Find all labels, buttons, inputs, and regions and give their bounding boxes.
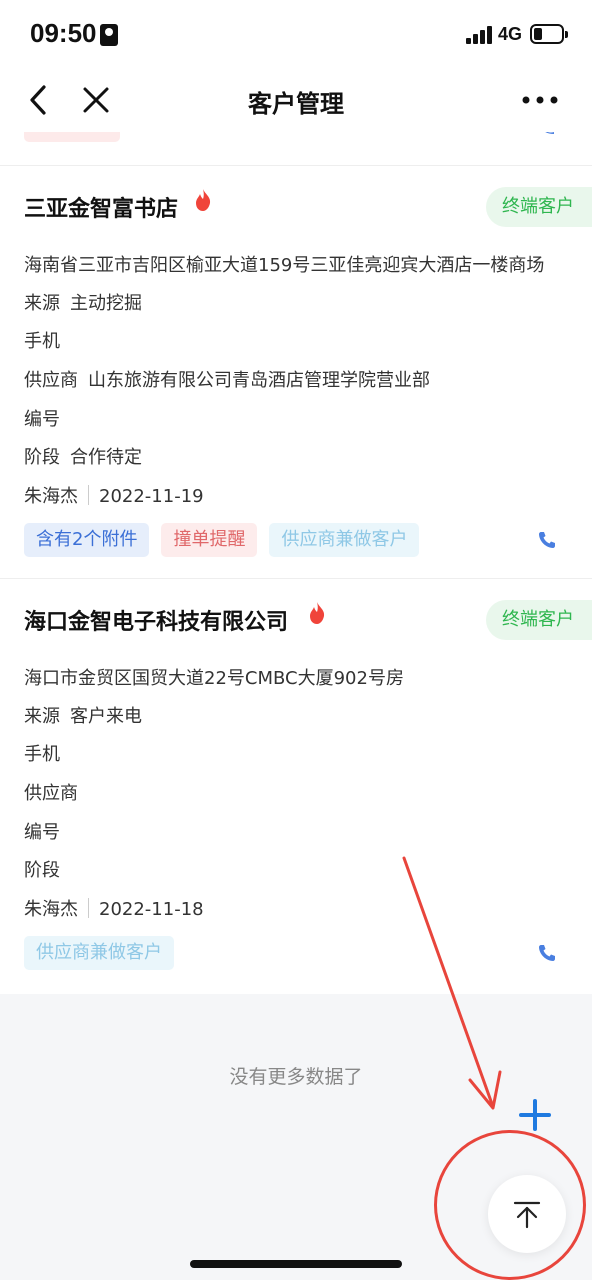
phone-row: 手机 [24,740,70,766]
created-date: 2022-11-19 [99,486,204,507]
signal-icon [466,26,494,44]
code-row: 编号 [24,405,70,431]
code-label: 编号 [24,409,60,430]
portrait-lock-icon [100,24,118,46]
customer-address: 海口市金贸区国贸大道22号CMBC大厦902号房 [24,668,404,689]
stage-row: 阶段 [24,856,70,882]
list-item-partial[interactable] [0,132,592,166]
divider [88,485,89,505]
stage-row: 阶段 合作待定 [24,443,142,469]
supplier-row: 供应商 [24,779,88,805]
nav-bar: 客户管理 [0,70,592,132]
source-label: 来源 [24,706,60,727]
source-value: 主动挖掘 [70,293,142,314]
owner-date-row: 朱海杰 2022-11-19 [24,482,204,508]
fire-icon [310,602,325,624]
created-date: 2022-11-18 [99,899,204,920]
source-label: 来源 [24,293,60,314]
phone-icon[interactable] [538,944,556,962]
annotation-circle [434,1130,586,1280]
page-title: 客户管理 [248,90,344,118]
network-type: 4G [498,24,523,44]
customer-type-badge: 终端客户 [486,187,592,227]
annotation-arrow [402,856,502,1110]
phone-label: 手机 [24,744,60,765]
status-time: 09:50 [30,18,97,48]
tag-list: 含有2个附件 撞单提醒 供应商兼做客户 [24,523,431,557]
owner-name: 朱海杰 [24,486,78,507]
more-dots-icon [522,96,558,104]
code-row: 编号 [24,818,70,844]
tag-list: 供应商兼做客户 [24,936,186,970]
owner-date-row: 朱海杰 2022-11-18 [24,895,204,921]
status-bar: 09:50 4G [0,0,592,70]
phone-label: 手机 [24,331,60,352]
phone-icon[interactable] [540,132,554,134]
list-item-customer[interactable]: 三亚金智富书店 终端客户 海南省三亚市吉阳区榆亚大道159号三亚佳亮迎宾大酒店一… [0,167,592,579]
plus-icon[interactable] [518,1098,552,1132]
battery-icon [530,24,568,44]
supplier-row: 供应商 山东旅游有限公司青岛酒店管理学院营业部 [24,366,430,392]
code-label: 编号 [24,822,60,843]
phone-row: 手机 [24,327,70,353]
source-row: 来源 主动挖掘 [24,289,142,315]
customer-name: 海口金智电子科技有限公司 [24,610,289,635]
stage-label: 阶段 [24,447,60,468]
supplier-value: 山东旅游有限公司青岛酒店管理学院营业部 [88,370,430,391]
tag-supplier-customer[interactable]: 供应商兼做客户 [269,523,420,557]
source-row: 来源 客户来电 [24,702,142,728]
customer-name: 三亚金智富书店 [24,197,179,222]
tag-partial [24,132,120,142]
fire-icon [196,189,211,211]
supplier-label: 供应商 [24,370,78,391]
source-value: 客户来电 [70,706,142,727]
tag-supplier-customer[interactable]: 供应商兼做客户 [24,936,174,970]
tag-attachments[interactable]: 含有2个附件 [24,523,150,557]
customer-address: 海南省三亚市吉阳区榆亚大道159号三亚佳亮迎宾大酒店一楼商场 [24,255,545,276]
tag-duplicate-alert[interactable]: 撞单提醒 [161,523,258,557]
more-button[interactable] [520,88,560,112]
customer-type-badge: 终端客户 [486,600,592,640]
stage-label: 阶段 [24,860,60,881]
home-indicator [190,1260,402,1268]
divider [88,898,89,918]
phone-icon[interactable] [538,531,556,549]
supplier-label: 供应商 [24,783,78,804]
owner-name: 朱海杰 [24,899,78,920]
stage-value: 合作待定 [70,447,142,468]
